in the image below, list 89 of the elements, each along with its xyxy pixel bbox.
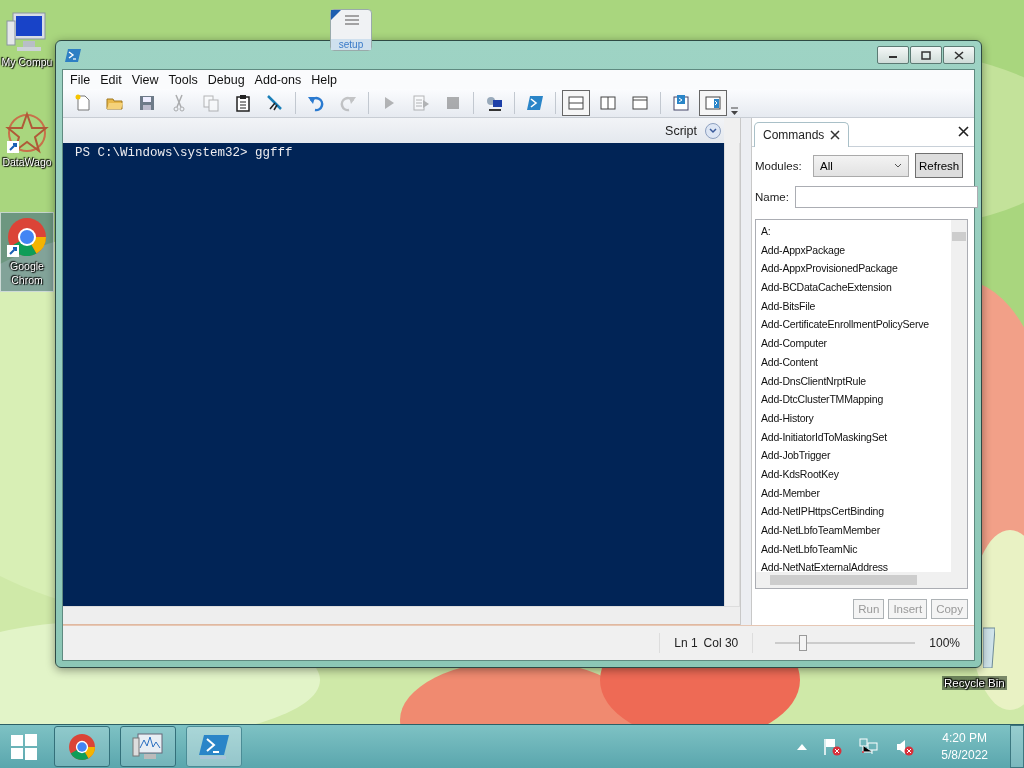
- command-item[interactable]: Add-History: [761, 408, 951, 428]
- powershell-icon: [198, 733, 230, 760]
- menu-item[interactable]: Tools: [163, 72, 203, 87]
- windows-logo-icon[interactable]: [10, 732, 38, 761]
- menu-item[interactable]: Add-ons: [249, 72, 307, 87]
- zoom-slider-thumb[interactable]: [799, 635, 808, 651]
- maximize-button[interactable]: [910, 46, 942, 64]
- layout-top-button[interactable]: [562, 90, 590, 116]
- close-icon[interactable]: [958, 126, 969, 137]
- show-desktop-button[interactable]: [1010, 725, 1024, 768]
- taskbar-button[interactable]: [120, 726, 176, 767]
- name-label: Name:: [755, 190, 789, 203]
- command-item[interactable]: Add-DnsClientNrptRule: [761, 371, 951, 391]
- console-line: PS C:\Windows\system32> ggfff: [75, 146, 294, 160]
- dropdown-value: All: [820, 159, 833, 172]
- command-item[interactable]: Add-Content: [761, 352, 951, 372]
- command-item[interactable]: Add-BCDataCacheExtension: [761, 278, 951, 297]
- command-item[interactable]: Add-NetIPHttpsCertBinding: [761, 502, 951, 521]
- refresh-button[interactable]: Refresh: [915, 153, 964, 178]
- command-item[interactable]: Add-NetNatExternalAddress: [761, 558, 951, 572]
- stop-icon: [444, 94, 462, 112]
- close-icon[interactable]: [830, 130, 841, 140]
- desktop-icon-label[interactable]: Recycle Bin: [942, 676, 1007, 690]
- document-icon: [74, 94, 92, 112]
- powershell-icon: [65, 48, 81, 62]
- copy-icon: [202, 94, 220, 112]
- command-item[interactable]: Add-DtcClusterTMMapping: [761, 390, 951, 409]
- column-indicator: Col 30: [703, 636, 739, 650]
- commands-list[interactable]: [755, 219, 968, 589]
- command-item[interactable]: Add-NetLbfoTeamMember: [761, 521, 951, 540]
- menu-item[interactable]: View: [126, 72, 164, 87]
- command-item[interactable]: Add-InitiatorIdToMaskingSet: [761, 427, 951, 447]
- command-item[interactable]: Add-NetLbfoTeamNic: [761, 539, 951, 559]
- command-item[interactable]: Add-AppxProvisionedPackage: [761, 259, 951, 279]
- menu-item[interactable]: File: [65, 72, 96, 87]
- clipboard-icon: [234, 94, 252, 112]
- zoom-reading: 100%: [929, 636, 960, 650]
- list-horizontal-scrollbar[interactable]: [756, 572, 967, 588]
- powershell-icon: [526, 94, 544, 112]
- expand-script-button[interactable]: [705, 122, 721, 139]
- command-item[interactable]: Add-BitsFile: [761, 296, 951, 316]
- command-item[interactable]: Add-JobTrigger: [761, 446, 951, 465]
- console-scrollbar[interactable]: [724, 143, 740, 606]
- document-play-icon: [412, 94, 430, 112]
- command-item[interactable]: Add-CertificateEnrollmentPolicyServe: [761, 315, 951, 335]
- modules-dropdown[interactable]: All: [813, 154, 909, 177]
- list-scrollbar[interactable]: [951, 220, 967, 572]
- show-commands-button[interactable]: [699, 90, 727, 116]
- split-vertical-icon: [599, 94, 617, 112]
- maximize-icon: [921, 50, 931, 60]
- minimize-button[interactable]: [877, 46, 909, 64]
- overflow-icon[interactable]: [731, 107, 738, 115]
- network-error-icon[interactable]: [859, 737, 880, 756]
- modules-label: Modules:: [755, 159, 803, 172]
- console-pane[interactable]: PS C:\Windows\system32> ggfff: [63, 143, 724, 606]
- speaker-muted-icon[interactable]: [895, 737, 916, 756]
- side-panel-icon: [704, 94, 722, 112]
- commands-tab[interactable]: Commands: [754, 122, 850, 147]
- taskbar-button[interactable]: [54, 726, 110, 767]
- close-button[interactable]: [943, 46, 975, 64]
- command-item[interactable]: Add-AppxPackage: [761, 240, 951, 260]
- chrome-icon: [67, 731, 97, 762]
- menu-item[interactable]: Debug: [202, 72, 250, 87]
- command-item[interactable]: Add-Member: [761, 483, 951, 503]
- console-horizontal-scrollbar[interactable]: [63, 606, 740, 625]
- brush-icon: [266, 94, 284, 112]
- window-icon: [631, 94, 649, 112]
- script-pane-icon: [672, 94, 690, 112]
- close-icon: [954, 50, 964, 60]
- monitor-icon: [132, 731, 164, 762]
- monitor-icon: [485, 94, 503, 112]
- undo-icon: [307, 94, 325, 112]
- show-hidden-icons-icon[interactable]: [797, 743, 808, 750]
- menu-item[interactable]: Help: [306, 72, 342, 87]
- command-item[interactable]: A:: [761, 222, 951, 241]
- script-pane-label: Script: [665, 123, 697, 138]
- flag-error-icon[interactable]: [823, 737, 844, 756]
- scissors-icon: [170, 94, 188, 112]
- split-horizontal-icon: [567, 94, 585, 112]
- taskbar-button[interactable]: [186, 726, 242, 767]
- chevron-icon: [709, 127, 717, 134]
- command-item[interactable]: Add-Computer: [761, 334, 951, 353]
- redo-icon: [339, 94, 357, 112]
- name-field[interactable]: [794, 185, 978, 208]
- caret-icon: [894, 163, 902, 168]
- menu-item[interactable]: Edit: [95, 72, 127, 87]
- line-indicator: Ln 1: [674, 636, 698, 650]
- command-item[interactable]: Add-KdsRootKey: [761, 464, 951, 484]
- commands-tab-label: Commands: [763, 128, 825, 142]
